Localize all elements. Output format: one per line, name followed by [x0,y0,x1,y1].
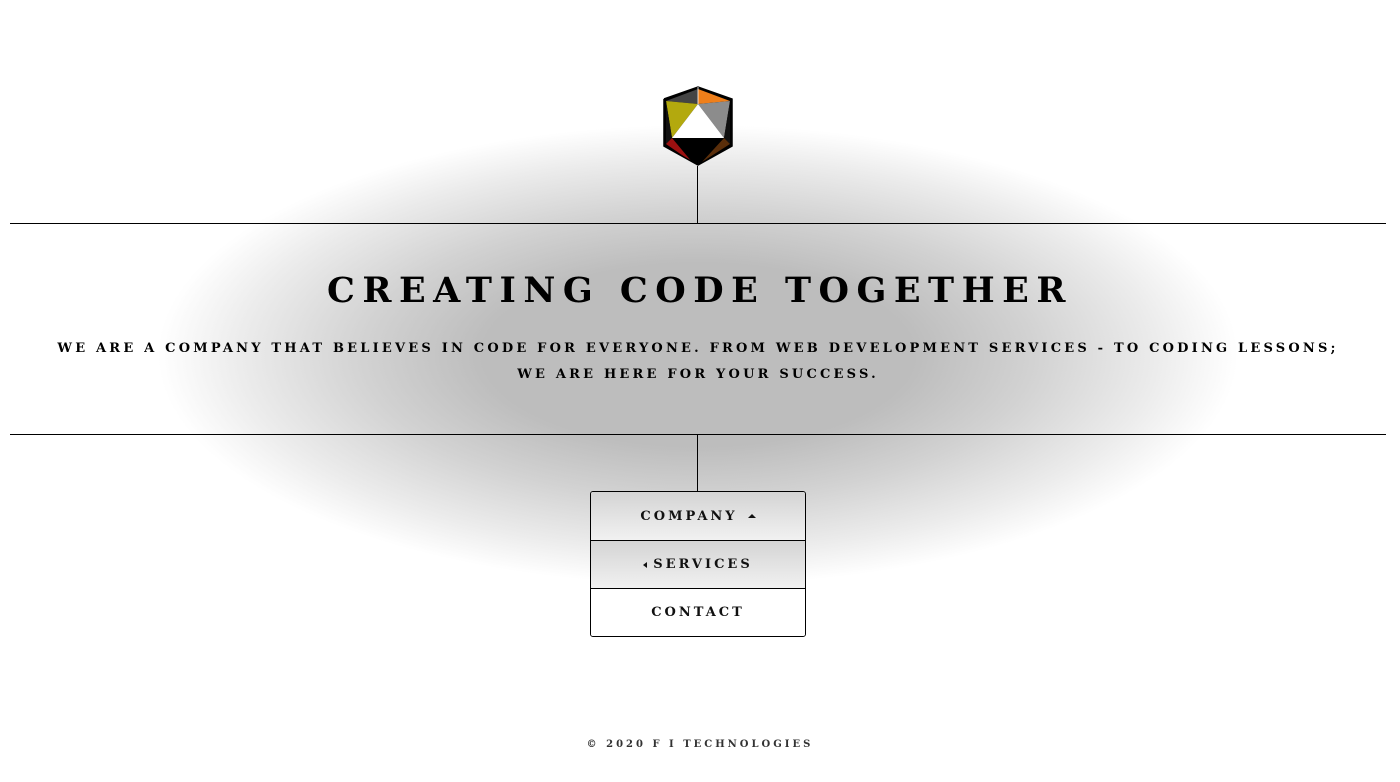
nav-item-contact-label: CONTACT [651,605,745,620]
landing-page: CREATING CODE TOGETHER WE ARE A COMPANY … [0,0,1400,782]
caret-up-icon [747,513,756,518]
nav-item-services[interactable]: SERVICES [591,540,805,588]
nav-menu: COMPANY SERVICES CONTACT [590,491,806,637]
icosahedron-logo-icon [663,86,733,166]
nav-item-company[interactable]: COMPANY [591,492,805,540]
connector-line-top [697,166,698,223]
connector-line-bottom [697,435,698,491]
divider-top [10,223,1386,224]
caret-left-icon [643,561,648,568]
nav-item-contact[interactable]: CONTACT [591,588,805,636]
footer-copyright: © 2020 F I TECHNOLOGIES [586,739,814,750]
hero-tagline: WE ARE A COMPANY THAT BELIEVES IN CODE F… [57,341,1339,382]
hero-headline: CREATING CODE TOGETHER [327,270,1073,311]
nav-item-services-label: SERVICES [653,557,753,572]
divider-bottom [10,434,1386,435]
nav-item-company-label: COMPANY [640,508,738,524]
